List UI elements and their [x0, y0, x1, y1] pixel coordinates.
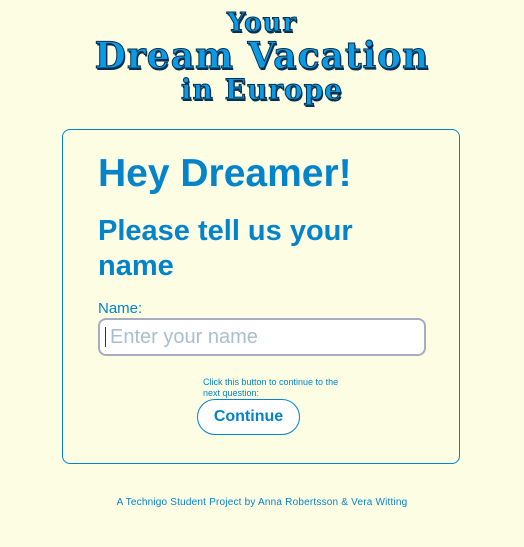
continue-hint: Click this button to continue to the nex…: [203, 377, 339, 398]
name-label: Name:: [98, 300, 143, 317]
name-form-card: Hey Dreamer! Please tell us your name Na…: [62, 129, 460, 464]
title-line-in-europe: in Europe: [180, 73, 344, 106]
footer-credit: A Technigo Student Project by Anna Rober…: [116, 497, 408, 508]
continue-button[interactable]: Continue: [197, 399, 300, 435]
question-heading: Please tell us your name: [98, 215, 353, 282]
title-line-dream-vacation: Dream Vacation: [94, 35, 430, 77]
page-title: Your Dream Vacation in Europe: [0, 6, 524, 106]
greeting-heading: Hey Dreamer!: [98, 152, 352, 195]
title-line-your: Your: [226, 8, 298, 38]
name-input[interactable]: [98, 318, 426, 356]
text-caret: [105, 327, 106, 347]
